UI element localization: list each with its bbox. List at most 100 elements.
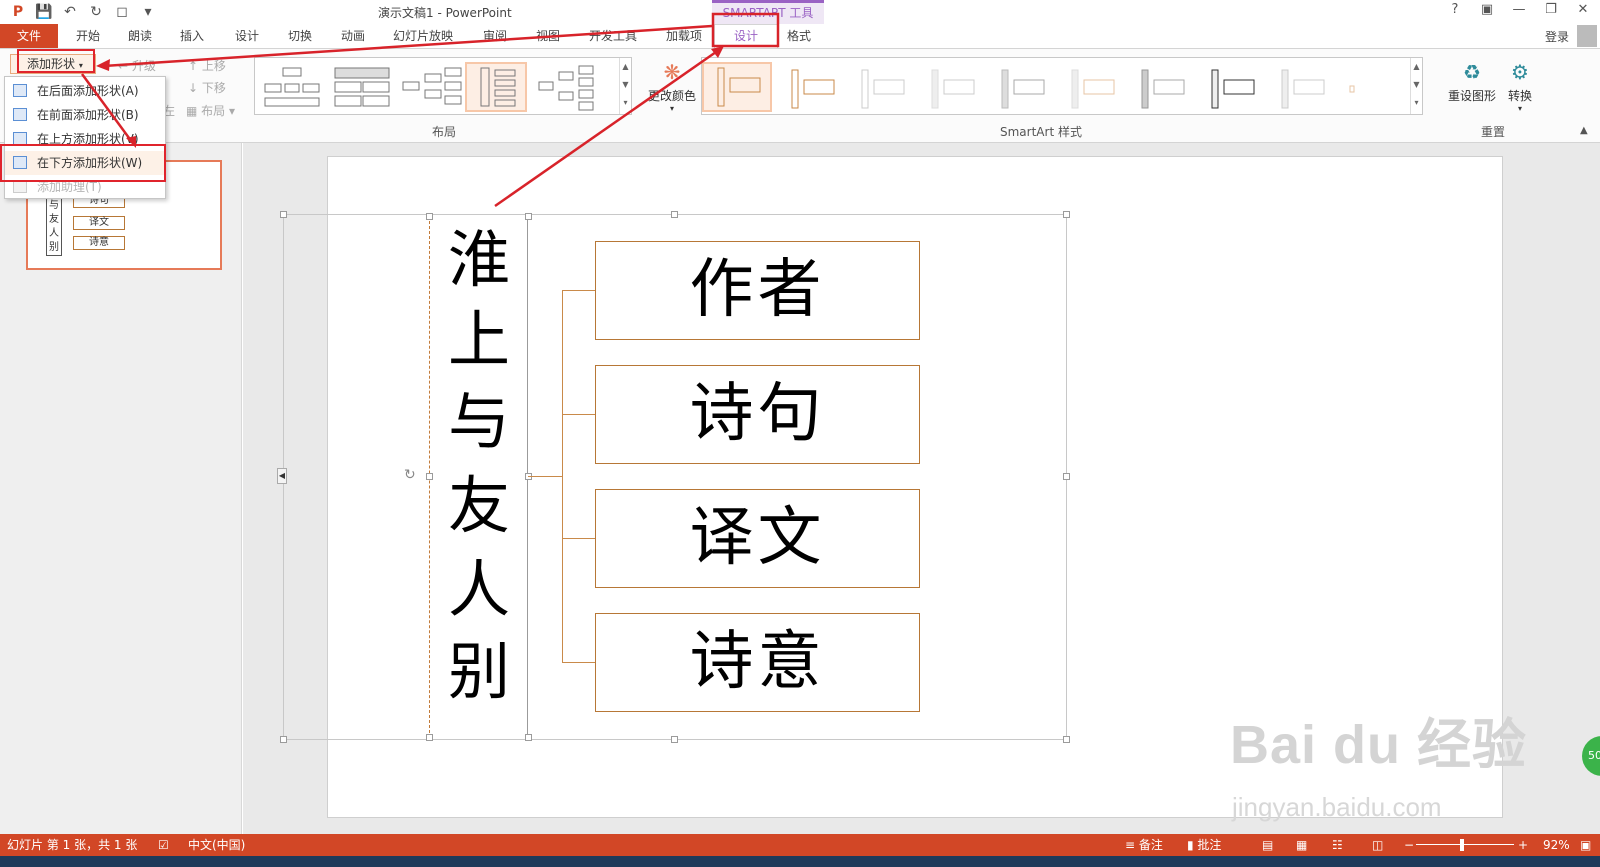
minimize-icon[interactable]: — — [1508, 2, 1530, 17]
resize-handle[interactable] — [426, 213, 433, 220]
tab-design[interactable]: 设计 — [235, 28, 259, 48]
style-option[interactable] — [1128, 62, 1198, 112]
save-icon[interactable]: 💾 — [34, 3, 54, 21]
layout-option-selected[interactable] — [465, 62, 527, 112]
child-box-verse[interactable]: 诗句 — [595, 365, 920, 464]
gallery-scroll[interactable]: ▲ ▼ ▾ — [1410, 58, 1422, 114]
reading-view-icon[interactable]: ☷ — [1332, 834, 1343, 856]
thumb-root-char: 友 — [49, 214, 59, 225]
ribbon-tabs: 文件 开始 朗读 插入 设计 切换 动画 幻灯片放映 审阅 视图 开发工具 加载… — [0, 24, 1600, 72]
slideshow-icon[interactable]: ◫ — [1372, 834, 1383, 856]
layout-label: 布局 — [201, 104, 226, 118]
tab-addins[interactable]: 加载项 — [666, 28, 702, 48]
move-down-button[interactable]: ↓ 下移 — [188, 79, 226, 96]
tab-review[interactable]: 审阅 — [483, 28, 507, 48]
rotate-handle-icon[interactable]: ↻ — [404, 467, 416, 483]
style-option[interactable] — [918, 62, 988, 112]
login-link[interactable]: 登录 — [1545, 28, 1569, 45]
layouts-gallery: ▲ ▼ ▾ — [254, 57, 632, 115]
gallery-scroll[interactable]: ▲ ▼ ▾ — [619, 58, 631, 114]
resize-handle[interactable] — [426, 734, 433, 741]
fit-slide-icon[interactable]: ▣ — [1580, 834, 1591, 856]
style-option[interactable] — [988, 62, 1058, 112]
avatar[interactable] — [1577, 25, 1597, 47]
watermark-logo: Bai du 经验 — [1230, 715, 1528, 775]
change-colors-button[interactable]: ❋ 更改颜色 ▾ — [645, 57, 699, 113]
slide-thumbnails-pane: 与 友 人 别 诗句 译文 诗意 — [0, 143, 242, 834]
resize-handle[interactable] — [1063, 473, 1070, 480]
menu-item-add-after[interactable]: 在后面添加形状(A) — [5, 79, 165, 103]
notes-button[interactable]: ≡ 备注 — [1125, 834, 1163, 856]
tab-home[interactable]: 开始 — [76, 28, 100, 48]
menu-item-add-before[interactable]: 在前面添加形状(B) — [5, 103, 165, 127]
reset-graphic-button[interactable]: ♻ 重设图形 — [1447, 57, 1497, 104]
root-char: 淮 — [447, 223, 510, 296]
redo-icon[interactable]: ↻ — [86, 3, 106, 21]
child-box-author[interactable]: 作者 — [595, 241, 920, 340]
menu-item-label: 添加助理(T) — [37, 180, 102, 194]
style-option[interactable] — [778, 62, 848, 112]
tab-read[interactable]: 朗读 — [128, 28, 152, 48]
convert-label: 转换 — [1507, 89, 1532, 103]
tab-file[interactable]: 文件 — [0, 24, 58, 48]
layout-option[interactable] — [331, 62, 393, 112]
move-up-button[interactable]: ↑ 上移 — [188, 57, 226, 74]
title-bar: P 💾 ↶ ↻ ◻ ▾ 演示文稿1 - PowerPoint SMARTART … — [0, 0, 1600, 24]
add-shape-before-icon — [13, 108, 27, 121]
child-box-translation[interactable]: 译文 — [595, 489, 920, 588]
notes-icon: ≡ — [1125, 838, 1139, 852]
restore-icon[interactable]: ❐ — [1540, 2, 1562, 17]
tab-smartart-design[interactable]: 设计 — [714, 24, 778, 48]
tab-format[interactable]: 格式 — [787, 28, 811, 48]
undo-icon[interactable]: ↶ — [60, 3, 80, 21]
tab-insert[interactable]: 插入 — [180, 28, 204, 48]
close-icon[interactable]: ✕ — [1572, 2, 1594, 17]
resize-handle[interactable] — [426, 473, 433, 480]
help-icon[interactable]: ? — [1444, 2, 1466, 17]
customize-qat-icon[interactable]: ▾ — [138, 3, 158, 21]
ribbon-display-icon[interactable]: ▣ — [1476, 2, 1498, 17]
tab-slideshow[interactable]: 幻灯片放映 — [393, 28, 453, 48]
text-pane-toggle[interactable]: ◀ — [277, 468, 287, 484]
resize-handle[interactable] — [280, 736, 287, 743]
promote-button[interactable]: ← 升级 — [118, 57, 156, 74]
zoom-slider[interactable] — [1416, 844, 1514, 845]
convert-button[interactable]: ⚙ 转换 ▾ — [1502, 57, 1538, 113]
zoom-level[interactable]: 92% — [1543, 834, 1570, 856]
resize-handle[interactable] — [280, 211, 287, 218]
zoom-out-icon[interactable]: − — [1404, 834, 1414, 856]
layout-option[interactable] — [401, 62, 463, 112]
resize-handle[interactable] — [1063, 211, 1070, 218]
zoom-slider-thumb[interactable] — [1460, 839, 1464, 851]
style-option[interactable] — [1198, 62, 1268, 112]
layout-option[interactable] — [261, 62, 323, 112]
child-box-meaning[interactable]: 诗意 — [595, 613, 920, 712]
tab-developer[interactable]: 开发工具 — [589, 28, 637, 48]
tab-view[interactable]: 视图 — [536, 28, 560, 48]
style-option[interactable] — [1338, 62, 1408, 112]
layout-button[interactable]: ▦ 布局 ▾ — [186, 102, 235, 119]
tab-transitions[interactable]: 切换 — [288, 28, 312, 48]
thumb-child-box: 诗意 — [73, 236, 125, 250]
tab-animations[interactable]: 动画 — [341, 28, 365, 48]
style-option[interactable] — [1058, 62, 1128, 112]
resize-handle[interactable] — [525, 213, 532, 220]
comments-label: 批注 — [1197, 838, 1222, 852]
slide-sorter-icon[interactable]: ▦ — [1296, 834, 1307, 856]
layout-option[interactable] — [537, 62, 599, 112]
resize-handle[interactable] — [671, 736, 678, 743]
collapse-ribbon-icon[interactable]: ▲ — [1580, 125, 1588, 136]
presentation-icon[interactable]: ◻ — [112, 3, 132, 21]
comments-button[interactable]: ▮ 批注 — [1187, 834, 1221, 856]
style-option[interactable] — [1268, 62, 1338, 112]
spellcheck-icon[interactable]: ☑ — [158, 834, 169, 856]
style-option[interactable] — [848, 62, 918, 112]
resize-handle[interactable] — [1063, 736, 1070, 743]
resize-handle[interactable] — [525, 734, 532, 741]
normal-view-icon[interactable]: ▤ — [1262, 834, 1273, 856]
language-status[interactable]: 中文(中国) — [188, 834, 245, 856]
resize-handle[interactable] — [671, 211, 678, 218]
connector-line — [562, 662, 595, 663]
style-option-selected[interactable] — [702, 62, 772, 112]
zoom-in-icon[interactable]: + — [1518, 834, 1528, 856]
